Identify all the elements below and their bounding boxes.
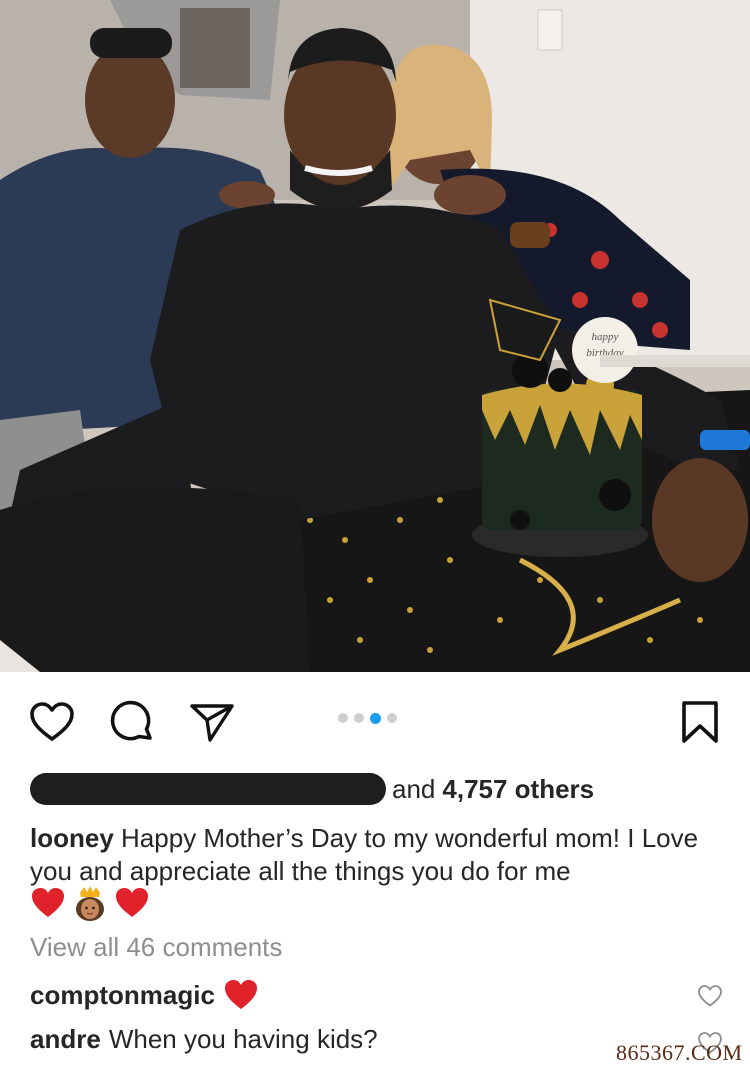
view-all-comments-link[interactable]: View all 46 comments [30,932,282,963]
post-photo[interactable]: happy birthday [0,0,750,672]
red-heart-emoji [32,888,64,917]
carousel-dot [387,713,397,723]
red-heart-emoji [224,980,257,1009]
comment-row: comptonmagic [30,977,259,1013]
site-watermark: 865367.COM [616,1040,743,1065]
redacted-username [30,773,386,805]
comment-like-heart-icon[interactable] [697,983,723,1009]
carousel-dot-active [370,712,381,724]
post-action-bar [0,672,750,768]
heart-icon[interactable] [28,698,76,746]
likes-count: 4,757 others [442,773,595,804]
comment-username[interactable]: andre [30,1024,101,1055]
svg-text:happy: happy [592,331,619,343]
carousel-dot [354,713,364,723]
comment-text: When you having kids? [108,1024,378,1054]
comment-bubble-icon[interactable] [108,698,156,746]
paper-plane-icon[interactable] [188,698,236,746]
caption-emojis [30,884,150,922]
caption-username[interactable]: looney [30,823,114,853]
carousel-dot [338,713,348,723]
woman-with-crown-emoji [76,886,104,921]
family-birthday-photo: happy birthday [0,0,750,672]
comment-row: andre When you having kids? [30,1024,378,1055]
post-caption: looney Happy Mother’s Day to my wonderfu… [30,822,720,888]
likes-summary[interactable]: and 4,757 others [30,772,594,806]
red-heart-emoji [116,888,148,917]
likes-prefix: and [392,773,436,804]
carousel-indicator [338,712,397,724]
caption-text: Happy Mother’s Day to my wonderful mom! … [30,823,699,886]
comment-username[interactable]: comptonmagic [30,980,215,1011]
bookmark-icon[interactable] [676,698,724,746]
instagram-post: happy birthday and 4,757 others looney H… [0,0,750,1069]
